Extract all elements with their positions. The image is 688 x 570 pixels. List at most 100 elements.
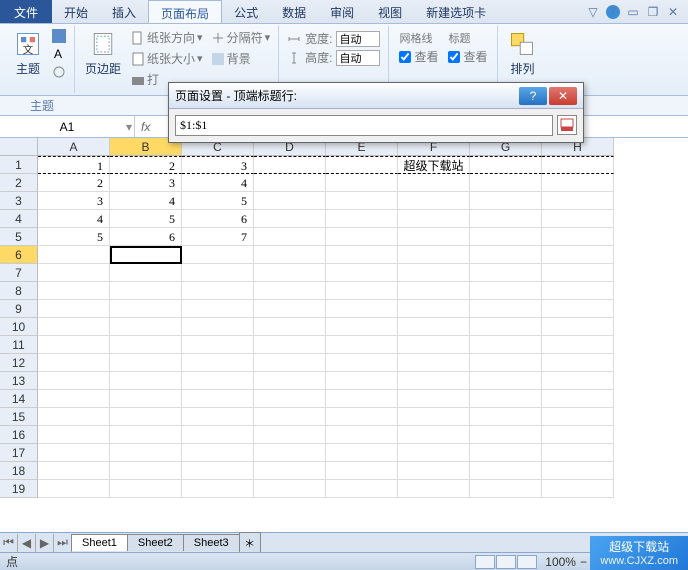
cell[interactable] [542,264,614,282]
cell[interactable] [110,408,182,426]
cell[interactable] [254,174,326,192]
cell[interactable] [110,336,182,354]
cell[interactable]: 2 [38,174,110,192]
row-header[interactable]: 15 [0,408,38,426]
sheet-tab-3[interactable]: Sheet3 [183,534,240,551]
cell[interactable] [542,228,614,246]
title-rows-input[interactable] [175,115,553,136]
sheet-nav-last[interactable]: ⏭ [54,534,72,552]
cell[interactable]: 4 [38,210,110,228]
cell[interactable] [326,192,398,210]
tab-file[interactable]: 文件 [0,0,52,23]
colors-button[interactable] [50,28,68,44]
cell[interactable] [398,228,470,246]
cell[interactable] [254,246,326,264]
row-header[interactable]: 13 [0,372,38,390]
cell[interactable] [326,462,398,480]
view-normal-button[interactable] [475,555,495,569]
cell[interactable]: 1 [38,156,110,174]
cell[interactable] [254,462,326,480]
cell[interactable] [38,480,110,498]
cell[interactable] [254,264,326,282]
cell[interactable] [254,426,326,444]
cell[interactable] [254,282,326,300]
cell[interactable] [182,480,254,498]
row-header[interactable]: 11 [0,336,38,354]
row-header[interactable]: 18 [0,462,38,480]
cell[interactable] [398,174,470,192]
cell[interactable] [38,390,110,408]
cell[interactable] [470,336,542,354]
cell[interactable] [182,282,254,300]
cell[interactable]: 4 [182,174,254,192]
row-header[interactable]: 10 [0,318,38,336]
dialog-close-button[interactable]: ✕ [549,87,577,105]
cell[interactable] [38,336,110,354]
cell[interactable] [38,264,110,282]
cell[interactable] [542,282,614,300]
zoom-out-button[interactable]: − [580,555,587,569]
cell[interactable] [326,354,398,372]
tab-layout[interactable]: 页面布局 [148,0,222,23]
cell[interactable] [470,246,542,264]
row-header[interactable]: 4 [0,210,38,228]
cell[interactable] [470,408,542,426]
cell[interactable] [542,390,614,408]
cell[interactable] [182,264,254,282]
zoom-level[interactable]: 100% [545,555,576,569]
view-pagebreak-button[interactable] [517,555,537,569]
dialog-help-button[interactable]: ? [519,87,547,105]
active-cell[interactable] [110,246,182,264]
cell[interactable] [110,390,182,408]
cell[interactable] [38,282,110,300]
cell[interactable] [470,210,542,228]
cell[interactable] [470,264,542,282]
cell[interactable] [110,480,182,498]
cell[interactable] [470,192,542,210]
col-header[interactable]: A [38,138,110,156]
fx-icon[interactable]: fx [141,120,150,134]
cell[interactable] [110,426,182,444]
cell[interactable] [110,354,182,372]
cell[interactable]: 4 [110,192,182,210]
cell[interactable] [38,318,110,336]
cell[interactable] [542,462,614,480]
tab-view[interactable]: 视图 [366,0,414,23]
cell[interactable] [254,480,326,498]
cell[interactable] [398,354,470,372]
sheet-tab-2[interactable]: Sheet2 [127,534,184,551]
cell[interactable] [326,210,398,228]
cell[interactable] [254,192,326,210]
cell[interactable] [38,354,110,372]
height-input[interactable] [336,50,380,66]
cell[interactable] [398,444,470,462]
row-header[interactable]: 8 [0,282,38,300]
cell[interactable] [182,408,254,426]
window-restore-icon[interactable]: ❐ [646,5,660,19]
effects-button[interactable] [50,64,68,80]
gridlines-view-check[interactable]: 查看 [399,48,438,65]
tab-formula[interactable]: 公式 [222,0,270,23]
cell[interactable] [326,318,398,336]
cell[interactable] [38,444,110,462]
cell[interactable] [398,480,470,498]
cell[interactable] [254,156,326,174]
cell[interactable] [398,318,470,336]
fonts-button[interactable]: A [50,46,68,62]
cell[interactable]: 3 [182,156,254,174]
cell[interactable] [182,318,254,336]
cell[interactable] [542,210,614,228]
cell[interactable] [470,354,542,372]
name-box-dropdown[interactable]: ▾ [126,120,132,134]
cell[interactable]: 6 [182,210,254,228]
cell[interactable] [326,246,398,264]
size-button[interactable]: 纸张大小 ▾ [129,49,205,68]
cell[interactable] [182,354,254,372]
new-sheet-button[interactable]: ＊ [239,532,261,553]
cell[interactable] [326,174,398,192]
cell[interactable] [398,408,470,426]
arrange-button[interactable]: 排列 [504,28,540,79]
cell[interactable] [470,462,542,480]
cell[interactable] [398,210,470,228]
cell[interactable] [542,426,614,444]
